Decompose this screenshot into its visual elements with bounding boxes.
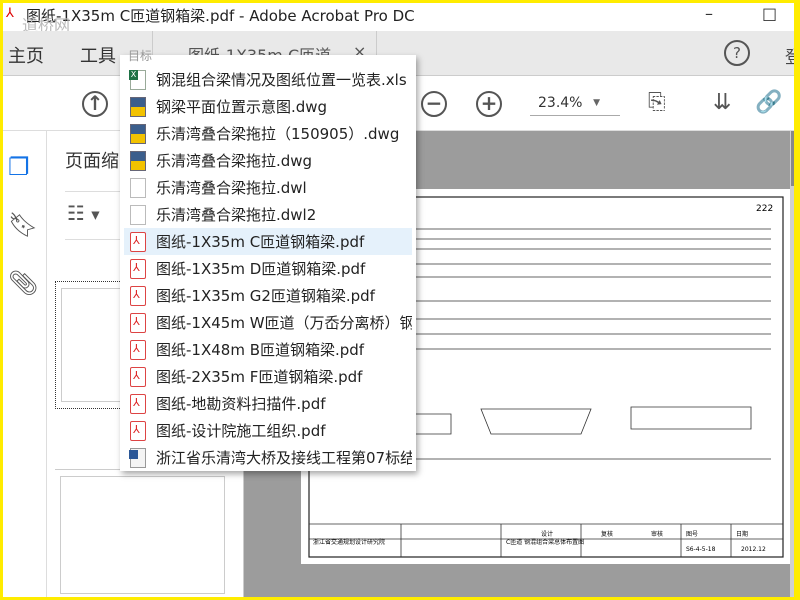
file-list-item[interactable]: 乐清湾叠合梁拖拉.dwg	[124, 147, 412, 174]
pdf-file-icon	[130, 258, 146, 279]
dwg-file-icon	[130, 150, 146, 171]
file-list-item[interactable]: 图纸-1X48m B匝道钢箱梁.pdf	[124, 336, 412, 363]
dropdown-header: 目标	[128, 49, 153, 63]
scroll-mode-icon[interactable]: ⇊	[713, 90, 731, 115]
file-list-item[interactable]: 图纸-1X35m D匝道钢箱梁.pdf	[124, 255, 412, 282]
zoom-value: 23.4%	[538, 95, 583, 111]
figno-label: 图号	[686, 531, 698, 538]
title-bar: ⅄ 道桥网 图纸-1X35m C匝道钢箱梁.pdf - Adobe Acroba…	[0, 0, 800, 35]
page-thumbnail[interactable]	[55, 469, 230, 600]
review-label: 复核	[601, 530, 613, 538]
file-list-item[interactable]: 乐清湾叠合梁拖拉（150905）.dwg	[124, 120, 412, 147]
pdf-file-icon	[130, 312, 146, 333]
left-nav-rail: ❐ 🔖︎ 📎︎	[0, 131, 47, 600]
file-name: 图纸-1X45m W匝道（万岙分离桥）钢...	[156, 314, 412, 332]
zoom-out-icon[interactable]: −	[421, 91, 447, 117]
help-icon[interactable]: ?	[724, 40, 750, 66]
attachment-icon[interactable]: 📎︎	[8, 269, 38, 297]
date-label: 日期	[736, 530, 748, 538]
file-list-item[interactable]: 图纸-设计院施工组织.pdf	[124, 417, 412, 444]
chevron-down-icon: ▼	[593, 98, 600, 108]
window-title: 图纸-1X35m C匝道钢箱梁.pdf - Adobe Acrobat Pro …	[26, 6, 415, 25]
file-name: 图纸-地勘资料扫描件.pdf	[156, 395, 326, 413]
approve-label: 审核	[651, 530, 663, 538]
tab-tools[interactable]: 工具	[80, 42, 116, 68]
file-name: 钢梁平面位置示意图.dwg	[156, 98, 328, 116]
target-file-dropdown: 目标 钢混组合梁情况及图纸位置一览表.xls 钢梁平面位置示意图.dwg 乐清湾叠合…	[120, 49, 416, 471]
share-link-icon[interactable]: 🔗	[755, 90, 782, 115]
dwg-file-icon	[130, 123, 146, 144]
pdf-file-icon	[130, 393, 146, 414]
file-name: 乐清湾叠合梁拖拉（150905）.dwg	[156, 125, 400, 143]
file-file-icon	[130, 177, 146, 198]
file-name: 图纸-设计院施工组织.pdf	[156, 422, 326, 440]
pdf-file-icon	[130, 420, 146, 441]
pdf-file-icon	[130, 285, 146, 306]
sheet-number: 222	[756, 204, 773, 214]
drawing-name: C匝道 钢混组合梁总体布置图	[506, 538, 584, 546]
file-name: 钢混组合梁情况及图纸位置一览表.xls	[156, 71, 407, 89]
pdf-file-icon	[130, 366, 146, 387]
login-button[interactable]: 登	[785, 43, 800, 68]
file-name: 图纸-1X35m C匝道钢箱梁.pdf	[156, 233, 365, 251]
zoom-in-icon[interactable]: +	[476, 91, 502, 117]
file-list-item[interactable]: 图纸-2X35m F匝道钢箱梁.pdf	[124, 363, 412, 390]
file-list-item[interactable]: 图纸-地勘资料扫描件.pdf	[124, 390, 412, 417]
file-file-icon	[130, 204, 146, 225]
file-list-item[interactable]: 图纸-1X35m G2匝道钢箱梁.pdf	[124, 282, 412, 309]
page-thumbnails-icon[interactable]: ❐	[8, 153, 30, 181]
scroll-thumb[interactable]	[791, 131, 799, 186]
thumbnail-options-icon[interactable]: ☷ ▾	[67, 201, 100, 225]
file-list-item[interactable]: 钢混组合梁情况及图纸位置一览表.xls	[124, 66, 412, 93]
file-name: 图纸-2X35m F匝道钢箱梁.pdf	[156, 368, 363, 386]
dwg-file-icon	[130, 96, 146, 117]
tab-home[interactable]: 主页	[8, 42, 44, 68]
file-name: 乐清湾叠合梁拖拉.dwg	[156, 152, 313, 170]
drawing-number: S6-4-5-18	[686, 546, 716, 553]
file-list-item[interactable]: 浙江省乐清湾大桥及接线工程第07标结...	[124, 444, 412, 471]
file-name: 乐清湾叠合梁拖拉.dwl2	[156, 206, 317, 224]
document-scrollbar[interactable]	[790, 131, 800, 600]
previous-page-icon[interactable]: ↑	[82, 91, 108, 117]
design-label: 设计	[541, 530, 553, 538]
file-name: 乐清湾叠合梁拖拉.dwl	[156, 179, 307, 197]
maximize-button[interactable]: □	[762, 4, 777, 23]
pdf-file-icon	[130, 339, 146, 360]
file-list-item[interactable]: 钢梁平面位置示意图.dwg	[124, 93, 412, 120]
file-list-item[interactable]: 图纸-1X45m W匝道（万岙分离桥）钢...	[124, 309, 412, 336]
zoom-level-select[interactable]: 23.4% ▼	[530, 92, 620, 116]
fit-page-icon[interactable]: ⎘	[648, 90, 666, 115]
bookmark-icon[interactable]: 🔖︎	[8, 211, 38, 239]
acrobat-icon: ⅄	[6, 6, 14, 21]
file-list-item[interactable]: 乐清湾叠合梁拖拉.dwl2	[124, 201, 412, 228]
xls-file-icon	[129, 69, 146, 90]
title-block-org: 浙江省交通规划设计研究院	[313, 538, 385, 546]
doc-file-icon	[129, 447, 146, 468]
minimize-button[interactable]: –	[705, 4, 713, 23]
file-list-item[interactable]: 图纸-1X35m C匝道钢箱梁.pdf	[124, 228, 412, 255]
file-name: 图纸-1X35m D匝道钢箱梁.pdf	[156, 260, 366, 278]
file-list-item[interactable]: 乐清湾叠合梁拖拉.dwl	[124, 174, 412, 201]
file-name: 图纸-1X35m G2匝道钢箱梁.pdf	[156, 287, 375, 305]
file-name: 图纸-1X48m B匝道钢箱梁.pdf	[156, 341, 365, 359]
file-name: 浙江省乐清湾大桥及接线工程第07标结...	[156, 449, 412, 467]
pdf-file-icon	[130, 231, 146, 252]
drawing-date: 2012.12	[741, 546, 766, 553]
